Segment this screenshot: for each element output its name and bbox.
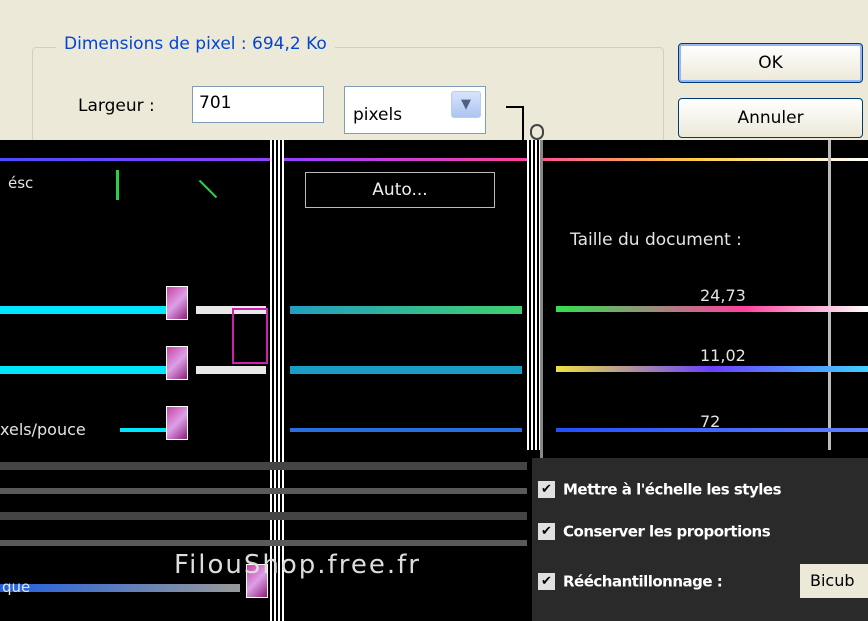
chevron-down-icon[interactable]: ▼ bbox=[451, 91, 481, 118]
glitch-cyan-bar bbox=[0, 366, 180, 374]
resample-method-value: Bicub bbox=[810, 571, 855, 590]
glitch-color-bar bbox=[556, 366, 868, 372]
pixel-dimensions-legend: Dimensions de pixel : 694,2 Ko bbox=[56, 34, 335, 54]
chain-link-icon bbox=[530, 124, 544, 140]
glitch-gray-bar bbox=[196, 366, 266, 374]
partial-label-left: ésc bbox=[8, 174, 34, 192]
ok-button[interactable]: OK bbox=[678, 43, 863, 83]
cancel-button[interactable]: Annuler bbox=[678, 98, 863, 138]
glitch-cyan-bar bbox=[0, 306, 180, 314]
glitch-diagonal bbox=[198, 179, 218, 199]
glitch-gray-band bbox=[0, 540, 527, 546]
glitch-gray-band bbox=[0, 488, 527, 494]
watermark-text: FilouShop.free.fr bbox=[174, 550, 421, 580]
glitched-render-area: ésc Auto... Taille du document : 24,73 1… bbox=[0, 140, 868, 621]
glitch-line bbox=[0, 158, 868, 161]
width-unit-value: pixels bbox=[353, 105, 403, 125]
constrain-proportions-label: Conserver les proportions bbox=[563, 522, 771, 541]
constrain-proportions-checkbox[interactable]: ✔ Conserver les proportions bbox=[538, 522, 771, 541]
glitch-color-bar bbox=[290, 428, 522, 432]
resolution-value[interactable]: 72 bbox=[700, 412, 720, 431]
glitch-gray-band bbox=[0, 462, 527, 470]
resolution-unit: xels/pouce bbox=[0, 420, 86, 439]
resample-checkbox[interactable]: ✔ Rééchantillonnage : bbox=[538, 572, 723, 591]
glitch-vertical-stripe bbox=[270, 140, 284, 621]
resample-label: Rééchantillonnage : bbox=[563, 572, 723, 591]
width-label: Largeur : bbox=[78, 96, 155, 116]
glitch-blue-bar bbox=[0, 584, 240, 592]
glitch-tick bbox=[116, 170, 119, 200]
document-height-value[interactable]: 11,02 bbox=[700, 346, 746, 365]
glitch-color-bar bbox=[556, 306, 868, 312]
scale-styles-checkbox[interactable]: ✔ Mettre à l'échelle les styles bbox=[538, 480, 782, 499]
resample-method-select[interactable]: Bicub bbox=[800, 564, 868, 598]
width-unit-select[interactable]: pixels ▼ bbox=[344, 86, 486, 134]
glitch-gray-band bbox=[0, 512, 527, 520]
partial-label-left-bottom: que bbox=[2, 578, 31, 596]
glitch-vertical-stripe bbox=[527, 140, 541, 450]
link-bracket-glitched bbox=[232, 308, 268, 364]
glitch-color-bar bbox=[290, 366, 522, 374]
chain-link-icon bbox=[166, 406, 188, 440]
glitch-vertical-line bbox=[828, 140, 831, 450]
checkmark-icon: ✔ bbox=[538, 481, 555, 498]
checkmark-icon: ✔ bbox=[538, 573, 555, 590]
width-input[interactable]: 701 bbox=[192, 86, 324, 123]
image-size-dialog-top: Dimensions de pixel : 694,2 Ko Largeur :… bbox=[0, 0, 868, 167]
document-size-legend: Taille du document : bbox=[570, 230, 742, 250]
scale-styles-label: Mettre à l'échelle les styles bbox=[563, 480, 782, 499]
document-width-value[interactable]: 24,73 bbox=[700, 286, 746, 305]
auto-button[interactable]: Auto... bbox=[305, 172, 495, 208]
link-bracket-vertical bbox=[522, 106, 524, 140]
checkmark-icon: ✔ bbox=[538, 523, 555, 540]
chain-link-icon bbox=[166, 286, 188, 320]
glitch-color-bar bbox=[290, 306, 522, 314]
chain-link-icon bbox=[166, 346, 188, 380]
